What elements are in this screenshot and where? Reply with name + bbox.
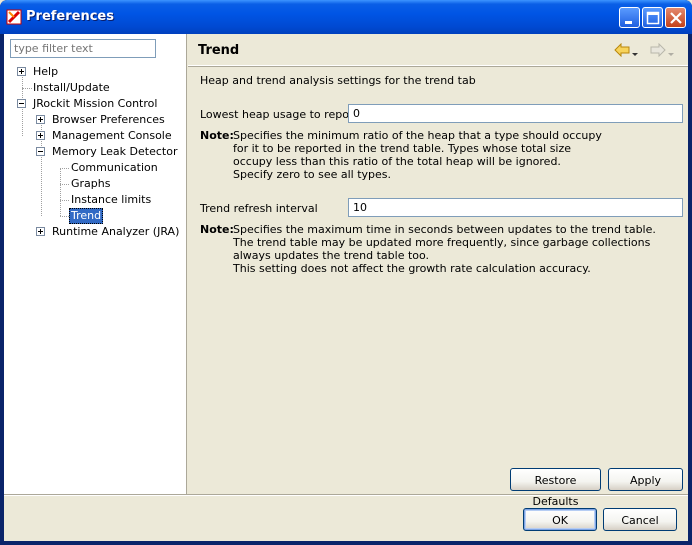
close-button[interactable] bbox=[665, 7, 686, 28]
trend-refresh-input[interactable] bbox=[348, 198, 683, 217]
close-icon bbox=[670, 12, 682, 24]
back-arrow-icon[interactable] bbox=[614, 42, 630, 58]
collapse-icon[interactable] bbox=[17, 99, 26, 108]
title-bar[interactable]: Preferences bbox=[0, 0, 692, 34]
expand-icon[interactable] bbox=[36, 115, 45, 124]
tree-item-instance-limits[interactable]: Instance limits bbox=[4, 192, 187, 208]
collapse-icon[interactable] bbox=[36, 147, 45, 156]
minimize-button[interactable] bbox=[619, 7, 640, 28]
tree-item-management-console[interactable]: Management Console bbox=[4, 128, 187, 144]
preferences-app-icon bbox=[6, 9, 22, 25]
forward-arrow-icon bbox=[650, 42, 666, 58]
page-description: Heap and trend analysis settings for the… bbox=[200, 74, 476, 87]
trend-refresh-note: Note: Specifies the maximum time in seco… bbox=[200, 223, 656, 275]
preference-page: Trend Heap and trend analysis settings f… bbox=[188, 34, 688, 508]
preferences-window: Preferences type filter text Help Instal… bbox=[0, 0, 692, 545]
filter-input[interactable] bbox=[10, 39, 156, 58]
back-dropdown-icon[interactable] bbox=[632, 47, 638, 60]
page-header: Trend bbox=[188, 34, 688, 66]
tree-item-trend[interactable]: Trend bbox=[4, 208, 187, 224]
window-title: Preferences bbox=[26, 9, 114, 24]
tree-item-graphs[interactable]: Graphs bbox=[4, 176, 187, 192]
lowest-heap-note: Note: Specifies the minimum ratio of the… bbox=[200, 129, 602, 181]
tree-item-communication[interactable]: Communication bbox=[4, 160, 187, 176]
tree-item-browser-preferences[interactable]: Browser Preferences bbox=[4, 112, 187, 128]
expand-icon[interactable] bbox=[36, 131, 45, 140]
page-title: Trend bbox=[198, 43, 240, 58]
expand-icon[interactable] bbox=[17, 67, 26, 76]
preference-tree-pane: Help Install/Update JRockit Mission Cont… bbox=[4, 34, 187, 494]
lowest-heap-label: Lowest heap usage to report bbox=[200, 108, 358, 121]
lowest-heap-input[interactable] bbox=[348, 104, 683, 123]
tree-item-install-update[interactable]: Install/Update bbox=[4, 80, 187, 96]
expand-icon[interactable] bbox=[36, 227, 45, 236]
tree-item-runtime-analyzer[interactable]: Runtime Analyzer (JRA) bbox=[4, 224, 187, 240]
forward-dropdown-icon bbox=[668, 47, 674, 60]
dialog-body: Help Install/Update JRockit Mission Cont… bbox=[4, 34, 688, 541]
minimize-icon bbox=[625, 21, 632, 24]
tree-item-memory-leak-detector[interactable]: Memory Leak Detector bbox=[4, 144, 187, 160]
maximize-button[interactable] bbox=[642, 7, 663, 28]
tree-item-jrockit-mission-control[interactable]: JRockit Mission Control bbox=[4, 96, 187, 112]
apply-button[interactable]: Apply bbox=[608, 468, 683, 491]
trend-refresh-label: Trend refresh interval bbox=[200, 202, 318, 215]
cancel-button[interactable]: Cancel bbox=[603, 508, 677, 531]
tree-item-help[interactable]: Help bbox=[4, 64, 187, 80]
ok-button[interactable]: OK bbox=[523, 508, 597, 531]
header-divider bbox=[188, 66, 688, 67]
restore-defaults-button[interactable]: Restore Defaults bbox=[510, 468, 601, 508]
maximize-icon bbox=[646, 11, 660, 25]
